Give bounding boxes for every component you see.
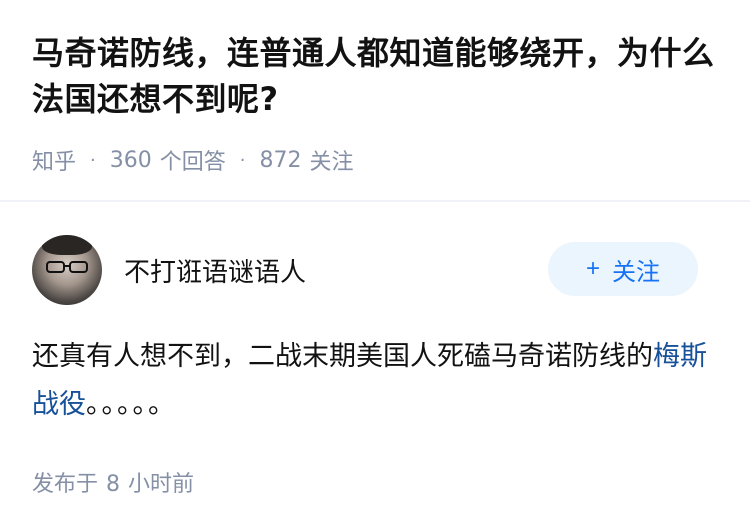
author-row: 不打诳语谜语人 + 关注 xyxy=(32,234,698,306)
answer-content: 还真有人想不到，二战末期美国人死磕马奇诺防线的梅斯战役。。。。。 xyxy=(32,333,722,429)
follow-button-label: 关注 xyxy=(612,258,660,286)
follower-count-label: 关注 xyxy=(309,150,354,175)
plus-icon: + xyxy=(585,255,600,282)
question-title[interactable]: 马奇诺防线，连普通人都知道能够绕开，为什么法国还想不到呢? xyxy=(32,30,722,122)
answer-trailing-text: 。。。。。 xyxy=(86,389,177,420)
author-name[interactable]: 不打诳语谜语人 xyxy=(124,252,306,289)
follow-button[interactable]: + 关注 xyxy=(548,242,698,296)
source-label[interactable]: 知乎 xyxy=(32,144,76,176)
separator-dot: · xyxy=(90,149,96,171)
follower-count: 872 xyxy=(259,147,302,173)
question-header: 马奇诺防线，连普通人都知道能够绕开，为什么法国还想不到呢? xyxy=(32,30,722,122)
posted-suffix: 小时前 xyxy=(128,472,195,497)
answer-count-label: 个回答 xyxy=(159,150,226,175)
posted-time: 发布于 8 小时前 xyxy=(32,466,194,498)
avatar[interactable] xyxy=(32,235,102,305)
avatar-glasses xyxy=(46,261,88,273)
answer-text: 还真有人想不到，二战末期美国人死磕马奇诺防线的 xyxy=(32,341,653,372)
answer-count: 360 xyxy=(109,147,152,173)
avatar-hair xyxy=(42,235,92,255)
posted-prefix: 发布于 xyxy=(32,472,99,497)
separator-dot: · xyxy=(239,149,246,171)
question-meta: 知乎 · 360 个回答 · 872 关注 xyxy=(32,144,354,176)
divider xyxy=(0,200,750,202)
posted-number: 8 xyxy=(106,472,121,497)
